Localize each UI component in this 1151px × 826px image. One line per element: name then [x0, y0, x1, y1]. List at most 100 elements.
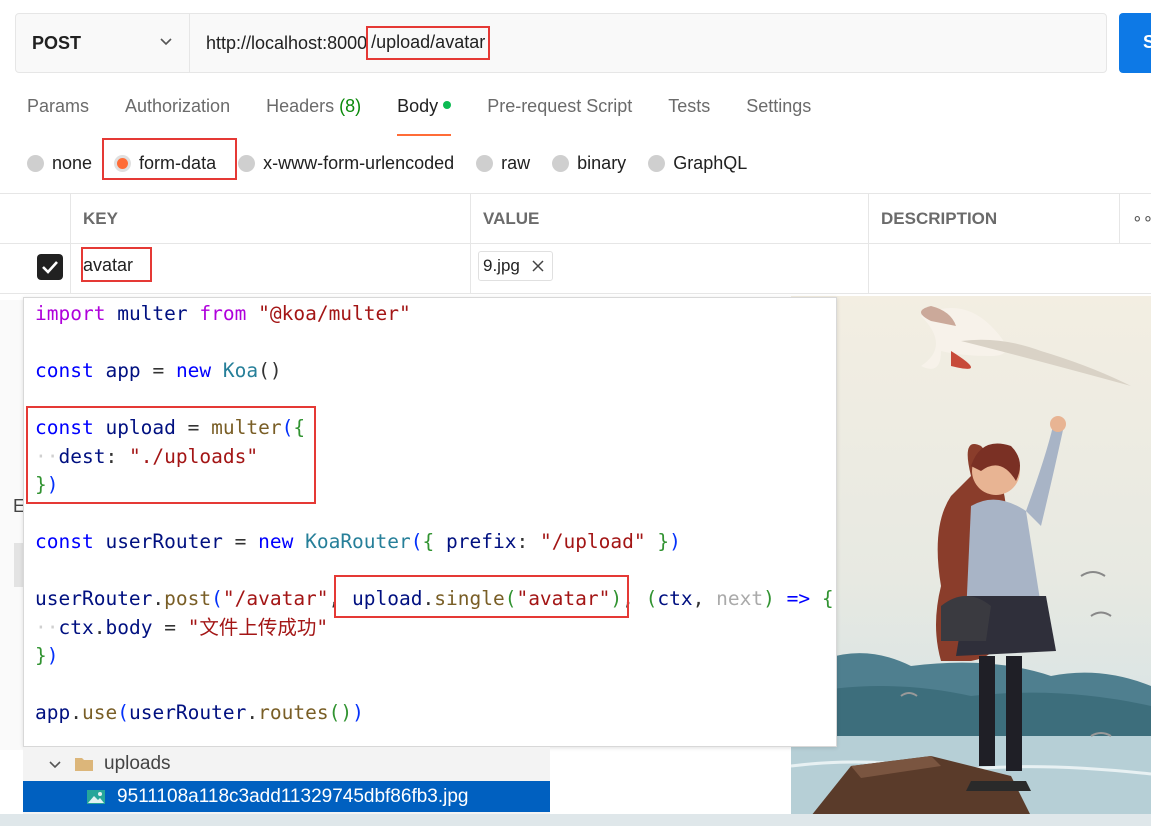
url-path-highlight: /upload/avatar — [366, 26, 491, 60]
body-type-graphql[interactable]: GraphQL — [648, 151, 747, 175]
column-key: KEY — [70, 194, 470, 243]
folder-item-uploads[interactable]: uploads — [23, 747, 550, 781]
file-name: 9.jpg — [483, 256, 520, 275]
body-type-label: GraphQL — [673, 152, 748, 173]
code-token: ) — [763, 587, 775, 610]
code-line: import multer from "@koa/multer" — [35, 302, 411, 326]
headers-count: (8) — [339, 96, 362, 116]
body-type-label: none — [52, 152, 93, 173]
body-type-label: binary — [577, 152, 627, 173]
body-type-label: raw — [501, 152, 531, 173]
code-token: () — [328, 701, 353, 724]
tab-pre-request-script[interactable]: Pre-request Script — [487, 96, 632, 136]
more-options-icon[interactable]: ∘∘ — [1119, 194, 1151, 243]
file-label: 9511108a118c3add11329745dbf86fb3.jpg — [117, 785, 469, 807]
code-token: . — [93, 616, 106, 639]
code-token: => — [786, 587, 811, 610]
tab-body[interactable]: Body — [397, 96, 452, 136]
code-token: "/avatar" — [222, 587, 329, 610]
code-token: } — [657, 530, 670, 553]
tab-label: Params — [27, 96, 90, 116]
status-dot-icon — [443, 101, 452, 109]
form-data-highlight — [102, 138, 237, 180]
description-cell[interactable] — [868, 244, 1151, 293]
code-token: ) — [669, 530, 681, 553]
code-token: body — [105, 616, 153, 639]
request-bar: POST http://localhost:8000/upload/avatar — [15, 13, 1107, 73]
code-token: new — [175, 359, 212, 382]
chevron-down-icon — [160, 38, 172, 46]
tab-settings[interactable]: Settings — [746, 96, 811, 136]
radio-icon — [648, 154, 666, 172]
code-token: , — [692, 587, 705, 610]
tab-label: Headers — [266, 96, 335, 116]
code-token: from — [199, 302, 247, 325]
code-token: userRouter — [35, 587, 153, 610]
code-token: = — [164, 616, 176, 639]
code-token: ( — [211, 587, 223, 610]
code-line: ··ctx.body = "文件上传成功" — [35, 616, 329, 639]
code-token: prefix — [446, 530, 517, 553]
check-icon — [42, 261, 58, 274]
code-token: KoaRouter — [305, 530, 411, 553]
code-token: next — [716, 587, 764, 610]
tab-label: Body — [397, 96, 439, 116]
code-token: : — [516, 530, 529, 553]
code-token: ctx — [58, 616, 94, 639]
tab-tests[interactable]: Tests — [668, 96, 710, 136]
code-token: post — [164, 587, 212, 610]
code-token: "/upload" — [539, 530, 646, 553]
folder-label: uploads — [104, 753, 171, 774]
code-line: const app = new Koa() — [35, 359, 282, 383]
tab-headers[interactable]: Headers (8) — [266, 96, 361, 136]
code-token: ( — [117, 701, 129, 724]
method-select[interactable]: POST — [16, 14, 190, 72]
send-button[interactable]: S — [1119, 13, 1151, 73]
code-token: ( — [645, 587, 658, 610]
tab-label: Authorization — [125, 96, 231, 116]
body-type-raw[interactable]: raw — [476, 151, 530, 175]
multer-config-highlight — [26, 406, 316, 504]
tab-label: Settings — [746, 96, 812, 116]
code-token: userRouter — [105, 530, 223, 553]
table-row: avatar 9.jpg — [0, 244, 1151, 294]
column-description: DESCRIPTION — [868, 194, 1119, 243]
code-token: { — [422, 530, 435, 553]
body-type-none[interactable]: none — [27, 151, 92, 175]
row-enabled-checkbox[interactable] — [37, 254, 63, 280]
radio-icon — [238, 154, 256, 172]
code-token: ) — [46, 644, 59, 667]
code-token: = — [234, 530, 247, 553]
code-token: app — [35, 701, 71, 724]
code-token: . — [152, 587, 165, 610]
code-token: const — [35, 530, 94, 553]
tab-params[interactable]: Params — [27, 96, 89, 136]
key-highlight — [81, 247, 152, 282]
code-token: "文件上传成功" — [187, 616, 329, 639]
body-type-urlencoded[interactable]: x-www-form-urlencoded — [238, 151, 454, 175]
tab-label: Pre-request Script — [487, 96, 633, 116]
code-token: ) — [352, 701, 364, 724]
background-editor-fragment: E — [0, 300, 25, 750]
anime-girl-seagulls-image — [791, 296, 1151, 816]
file-item-selected[interactable]: 9511108a118c3add11329745dbf86fb3.jpg — [23, 781, 550, 812]
url-input[interactable]: http://localhost:8000/upload/avatar — [206, 14, 491, 72]
code-token: ctx — [657, 587, 693, 610]
code-token: multer — [117, 302, 188, 325]
upload-single-highlight — [334, 575, 629, 618]
code-token: import — [35, 302, 106, 325]
code-token: routes — [258, 701, 329, 724]
code-token: const — [35, 359, 94, 382]
remove-file-icon[interactable] — [532, 260, 544, 272]
code-token: } — [35, 644, 47, 667]
column-value: VALUE — [470, 194, 868, 243]
code-token: userRouter — [128, 701, 247, 724]
tab-label: Tests — [668, 96, 711, 116]
uploaded-image-preview — [791, 296, 1151, 816]
bottom-edge — [0, 814, 1151, 826]
code-token: () — [258, 359, 282, 382]
file-chip: 9.jpg — [478, 251, 553, 281]
chevron-down-icon — [49, 761, 61, 769]
tab-authorization[interactable]: Authorization — [125, 96, 230, 136]
body-type-binary[interactable]: binary — [552, 151, 626, 175]
